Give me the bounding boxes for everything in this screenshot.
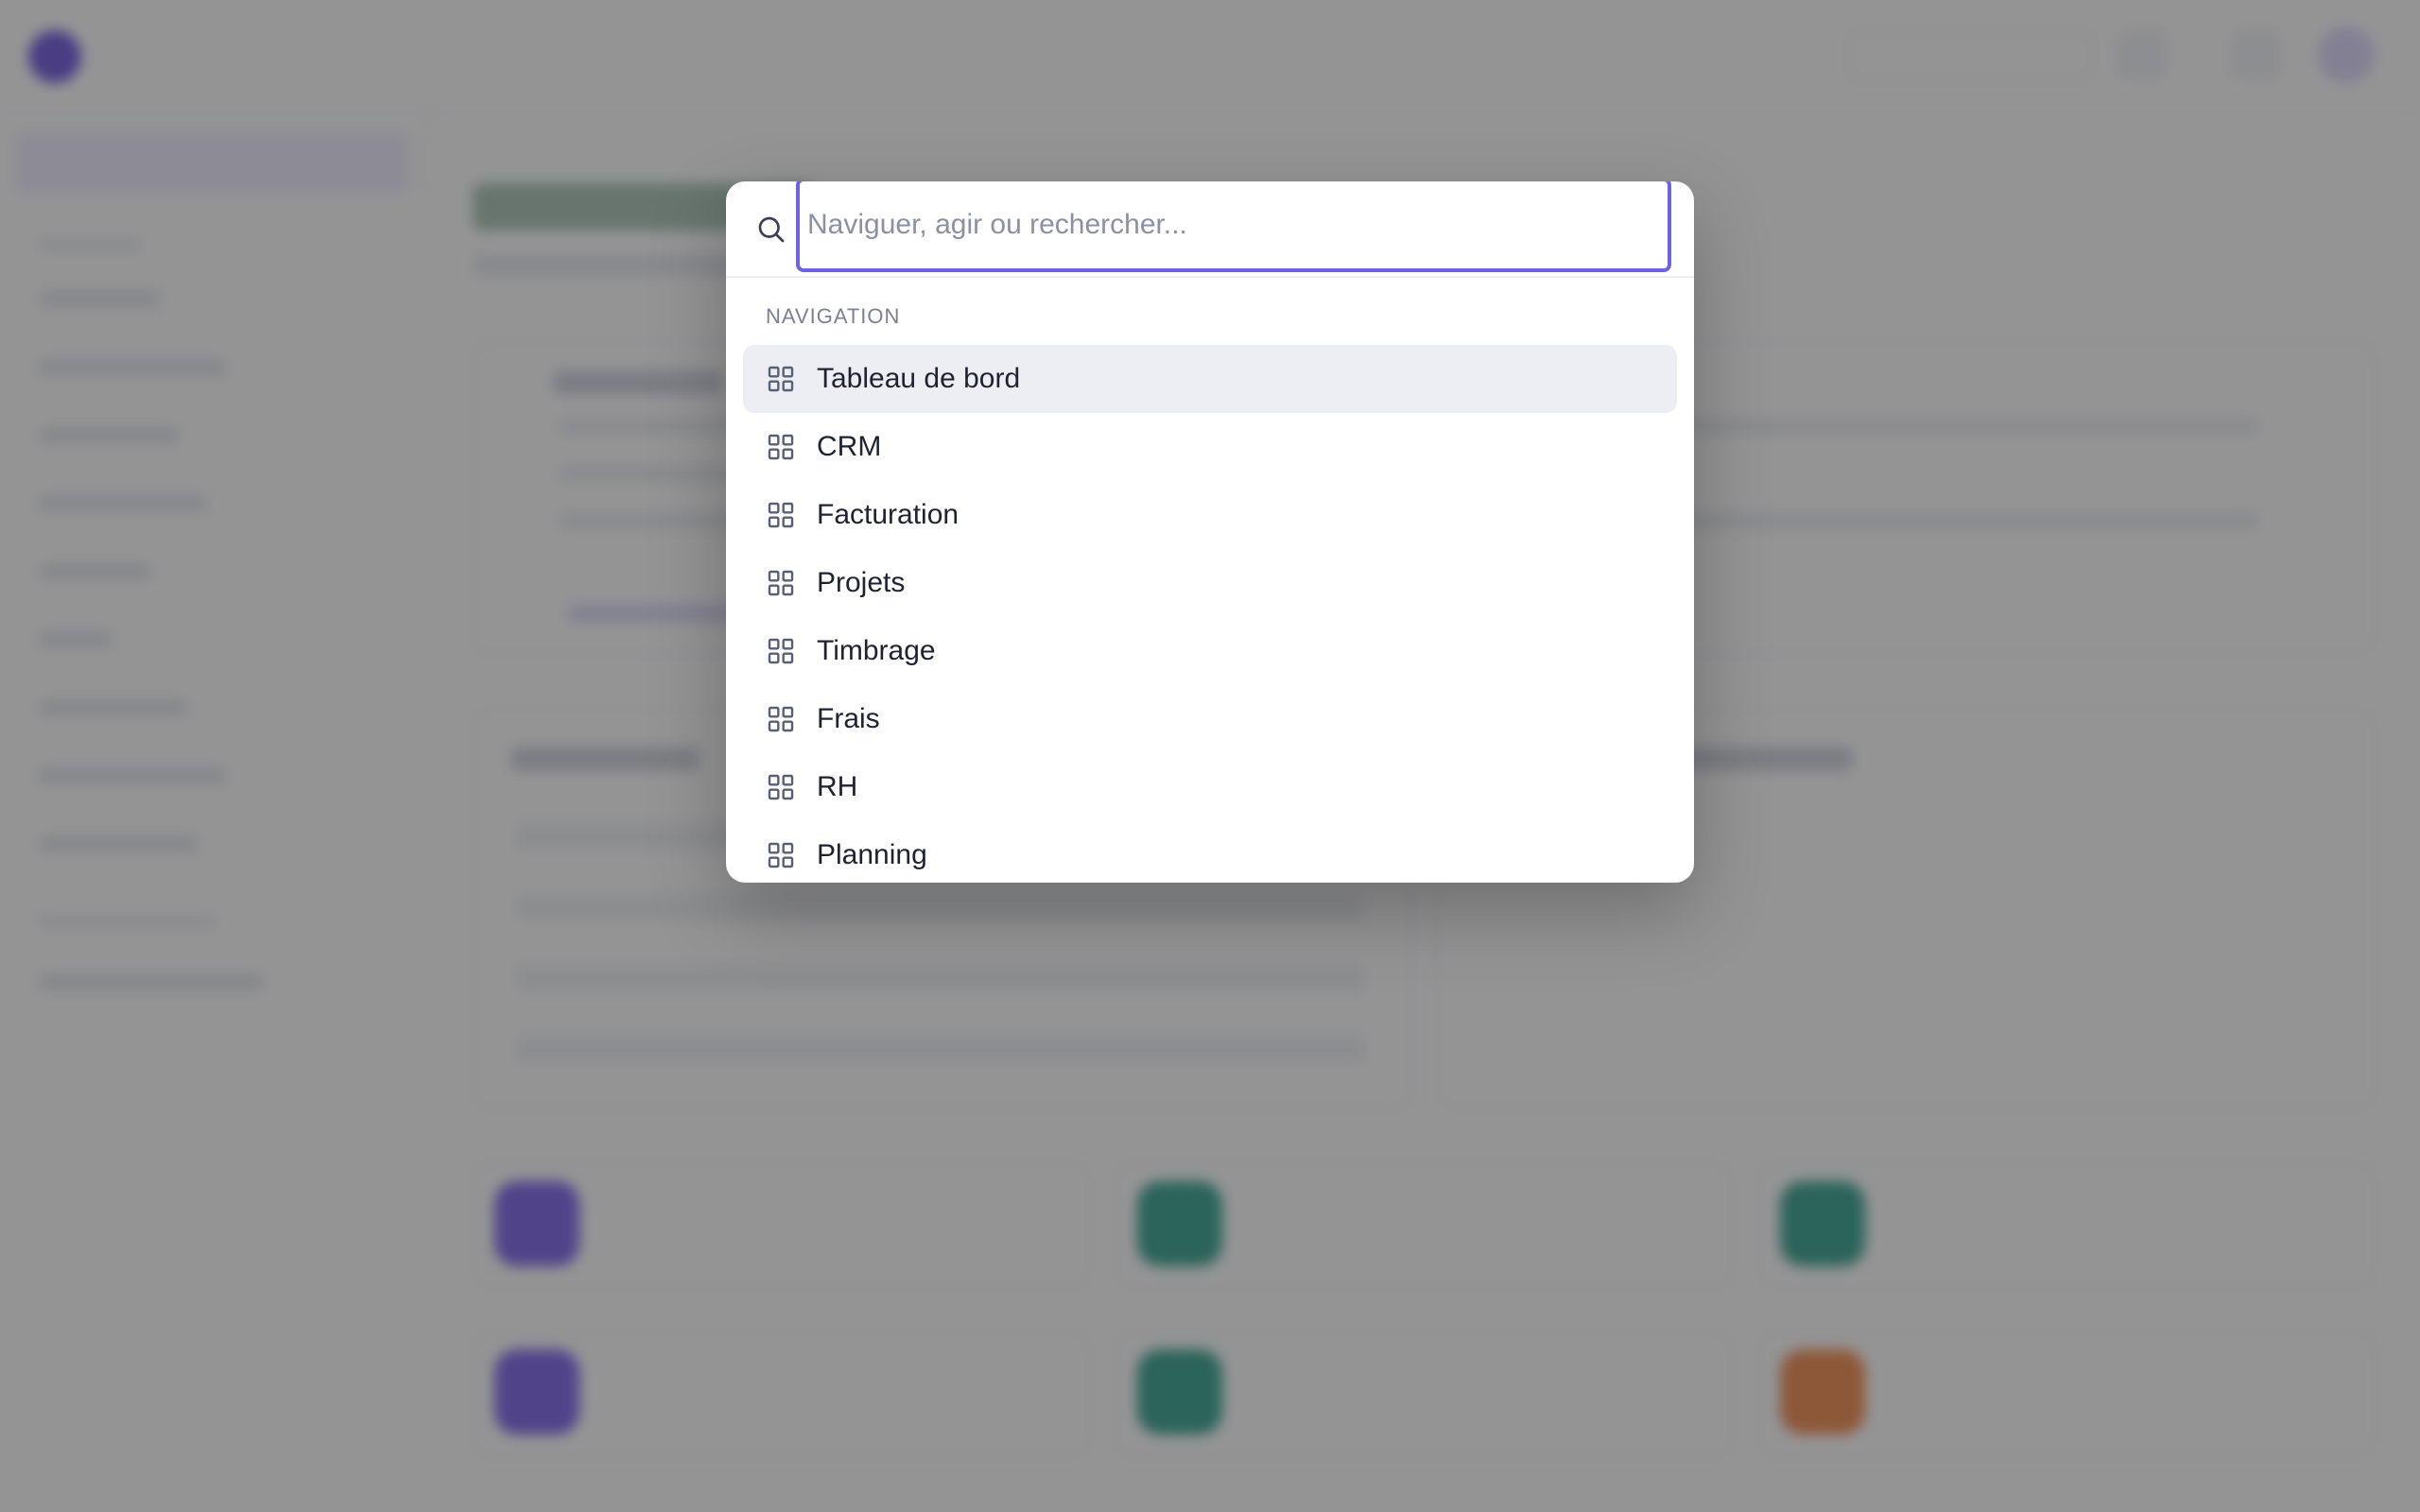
grid-icon [768,434,794,460]
grid-icon [768,570,794,596]
command-item-label: RH [817,771,858,802]
command-item-rh[interactable]: RH [743,753,1677,821]
search-icon [758,216,785,243]
command-item-label: Planning [817,839,927,870]
command-item-planning[interactable]: Planning [743,821,1677,883]
command-item-timbrage[interactable]: Timbrage [743,617,1677,685]
command-item-label: Frais [817,703,880,734]
command-item-label: Projets [817,567,906,598]
navigation-list: Tableau de bord CRM Facturation Projets … [743,345,1677,883]
command-item-projets[interactable]: Projets [743,549,1677,617]
command-item-label: Timbrage [817,635,936,666]
section-heading-navigation: NAVIGATION [766,304,901,328]
grid-icon [768,774,794,800]
grid-icon [768,706,794,732]
command-item-label: CRM [817,431,882,462]
command-search-input[interactable] [796,181,1671,272]
grid-icon [768,366,794,392]
grid-icon [768,502,794,528]
command-item-frais[interactable]: Frais [743,685,1677,753]
command-item-label: Facturation [817,499,959,530]
command-palette: NAVIGATION Tableau de bord CRM Facturati… [726,181,1694,883]
grid-icon [768,638,794,664]
command-item-label: Tableau de bord [817,363,1021,394]
command-item-tableau-de-bord[interactable]: Tableau de bord [743,345,1677,413]
grid-icon [768,842,794,868]
command-item-crm[interactable]: CRM [743,413,1677,481]
command-item-facturation[interactable]: Facturation [743,481,1677,549]
search-row [726,181,1694,278]
